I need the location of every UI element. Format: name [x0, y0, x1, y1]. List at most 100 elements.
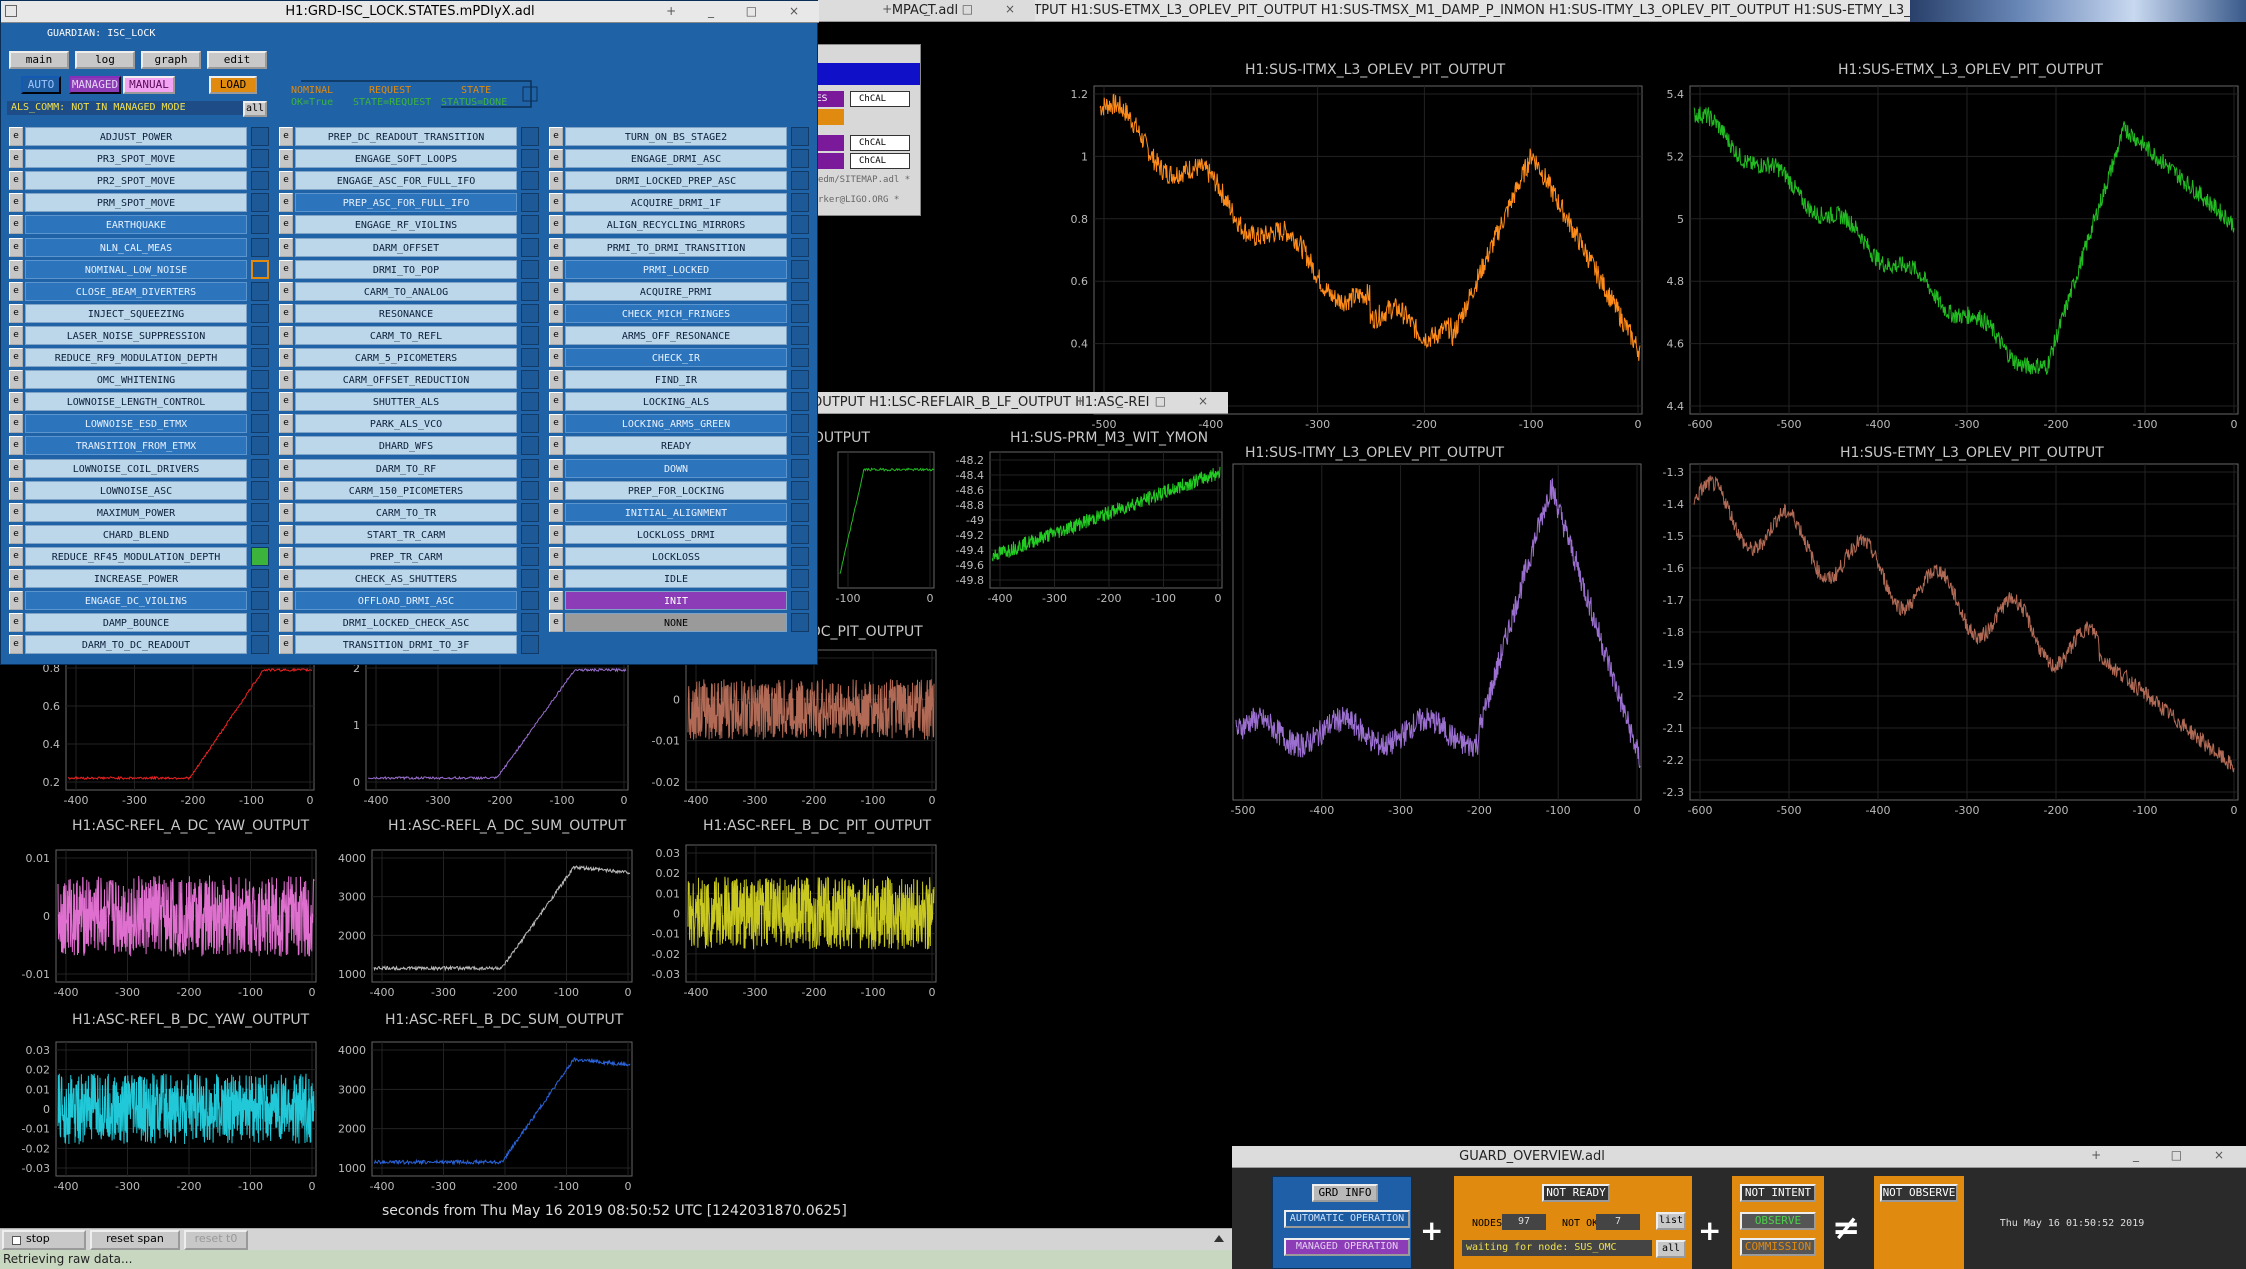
state-edit-button[interactable]: e	[279, 613, 293, 633]
state-request-button[interactable]: OFFLOAD_DRMI_ASC	[295, 591, 517, 611]
state-edit-button[interactable]: e	[279, 237, 293, 257]
observe-button[interactable]: OBSERVE	[1740, 1212, 1816, 1230]
state-edit-button[interactable]: e	[549, 414, 563, 434]
state-request-button[interactable]: CARM_5_PICOMETERS	[295, 348, 517, 367]
state-request-button[interactable]: CARM_TO_TR	[295, 502, 517, 522]
state-edit-button[interactable]: e	[279, 591, 293, 611]
state-edit-button[interactable]: e	[549, 370, 563, 390]
stop-button[interactable]: stop	[2, 1230, 86, 1250]
state-edit-button[interactable]: e	[279, 127, 293, 146]
state-request-button[interactable]: ENGAGE_DC_VIOLINS	[25, 591, 247, 611]
state-edit-button[interactable]: e	[279, 635, 293, 655]
state-edit-button[interactable]: e	[279, 281, 293, 301]
state-edit-button[interactable]: e	[279, 502, 293, 522]
state-request-button[interactable]: PR2_SPOT_MOVE	[25, 171, 247, 191]
state-edit-button[interactable]: e	[279, 569, 293, 588]
state-request-button[interactable]: SHUTTER_ALS	[295, 392, 517, 412]
state-edit-button[interactable]: e	[9, 215, 23, 235]
state-edit-button[interactable]: e	[9, 193, 23, 213]
impact-window-titlebar[interactable]: MPACT.adl + _ □ ×	[815, 0, 1035, 22]
state-request-button[interactable]: ENGAGE_DRMI_ASC	[565, 149, 787, 169]
state-request-button[interactable]: DARM_TO_DC_READOUT	[25, 635, 247, 655]
state-request-button[interactable]: CARM_TO_ANALOG	[295, 281, 517, 301]
state-request-button[interactable]: LOCKING_ALS	[565, 392, 787, 412]
mode-managed-button[interactable]: MANAGED	[69, 76, 121, 94]
state-request-button[interactable]: ALIGN_RECYCLING_MIRRORS	[565, 215, 787, 235]
nav-main-button[interactable]: main	[9, 51, 69, 69]
state-edit-button[interactable]: e	[549, 127, 563, 146]
state-edit-button[interactable]: e	[549, 149, 563, 169]
state-edit-button[interactable]: e	[9, 524, 23, 544]
state-request-button[interactable]: CARM_OFFSET_REDUCTION	[295, 370, 517, 390]
state-request-button[interactable]: ENGAGE_ASC_FOR_FULL_IFO	[295, 171, 517, 191]
reset-span-button[interactable]: reset span	[90, 1230, 180, 1250]
state-edit-button[interactable]: e	[9, 237, 23, 257]
state-edit-button[interactable]: e	[549, 237, 563, 257]
state-request-button[interactable]: PRMI_TO_DRMI_TRANSITION	[565, 237, 787, 257]
state-request-button[interactable]: REDUCE_RF9_MODULATION_DEPTH	[25, 348, 247, 367]
state-request-button[interactable]: DARM_TO_RF	[295, 458, 517, 478]
state-request-button[interactable]: START_TR_CARM	[295, 524, 517, 544]
state-edit-button[interactable]: e	[9, 392, 23, 412]
state-request-button[interactable]: ACQUIRE_PRMI	[565, 281, 787, 301]
state-edit-button[interactable]: e	[279, 370, 293, 390]
window-controls[interactable]: + _ □ ×	[882, 2, 1029, 16]
state-edit-button[interactable]: e	[549, 215, 563, 235]
state-edit-button[interactable]: e	[549, 325, 563, 345]
state-edit-button[interactable]: e	[9, 569, 23, 588]
state-edit-button[interactable]: e	[279, 325, 293, 345]
guardian-window-titlebar[interactable]: H1:GRD-ISC_LOCK.STATES.mPDIyX.adl + _ □ …	[1, 1, 819, 23]
state-edit-button[interactable]: e	[279, 546, 293, 566]
state-edit-button[interactable]: e	[549, 259, 563, 279]
state-request-button[interactable]: INJECT_SQUEEZING	[25, 303, 247, 323]
state-request-button[interactable]: EARTHQUAKE	[25, 215, 247, 235]
state-request-button[interactable]: LOCKLOSS_DRMI	[565, 524, 787, 544]
scroll-arrow-icon[interactable]	[1214, 1235, 1224, 1242]
state-edit-button[interactable]: e	[279, 193, 293, 213]
state-edit-button[interactable]: e	[9, 635, 23, 655]
state-request-button[interactable]: TRANSITION_DRMI_TO_3F	[295, 635, 517, 655]
state-request-button[interactable]: INCREASE_POWER	[25, 569, 247, 588]
state-edit-button[interactable]: e	[279, 480, 293, 500]
state-request-button[interactable]: NLN_CAL_MEAS	[25, 237, 247, 257]
window-controls[interactable]: + _ □ ×	[1075, 394, 1222, 408]
grd-info-button[interactable]: GRD INFO	[1312, 1184, 1378, 1202]
state-edit-button[interactable]: e	[549, 480, 563, 500]
state-request-button[interactable]: LASER_NOISE_SUPPRESSION	[25, 325, 247, 345]
state-edit-button[interactable]: e	[549, 281, 563, 301]
state-edit-button[interactable]: e	[9, 480, 23, 500]
state-edit-button[interactable]: e	[549, 436, 563, 456]
reflair-window-titlebar[interactable]: OUTPUT H1:LSC-REFLAIR_B_LF_OUTPUT H1:ASC…	[812, 392, 1228, 414]
state-request-button[interactable]: DOWN	[565, 458, 787, 478]
state-request-button[interactable]: PR3_SPOT_MOVE	[25, 149, 247, 169]
overview-titlebar[interactable]: GUARD_OVERVIEW.adl + _ □ ×	[1232, 1146, 2246, 1168]
popup-chcal-button-2[interactable]: ChCAL	[850, 135, 910, 151]
state-edit-button[interactable]: e	[279, 259, 293, 279]
state-request-button[interactable]: NONE	[565, 613, 787, 633]
state-request-button[interactable]: DHARD_WFS	[295, 436, 517, 456]
stop-checkbox[interactable]	[12, 1236, 21, 1245]
state-request-button[interactable]: ADJUST_POWER	[25, 127, 247, 146]
state-request-button[interactable]: TRANSITION_FROM_ETMX	[25, 436, 247, 456]
state-edit-button[interactable]: e	[549, 591, 563, 611]
state-request-button[interactable]: CARM_TO_REFL	[295, 325, 517, 345]
state-edit-button[interactable]: e	[549, 569, 563, 588]
state-edit-button[interactable]: e	[9, 591, 23, 611]
state-edit-button[interactable]: e	[279, 414, 293, 434]
state-request-button[interactable]: TURN_ON_BS_STAGE2	[565, 127, 787, 146]
automatic-operation-button[interactable]: AUTOMATIC OPERATION	[1284, 1210, 1410, 1228]
nav-edit-button[interactable]: edit	[207, 51, 267, 69]
state-edit-button[interactable]: e	[9, 502, 23, 522]
commission-button[interactable]: COMMISSION	[1740, 1238, 1816, 1256]
state-edit-button[interactable]: e	[9, 149, 23, 169]
load-button[interactable]: LOAD	[209, 76, 257, 94]
state-request-button[interactable]: CHARD_BLEND	[25, 524, 247, 544]
state-edit-button[interactable]: e	[279, 171, 293, 191]
state-request-button[interactable]: PRMI_LOCKED	[565, 259, 787, 279]
window-controls[interactable]: + _ □ ×	[2091, 1148, 2238, 1162]
state-request-button[interactable]: DARM_OFFSET	[295, 237, 517, 257]
state-request-button[interactable]: LOCKLOSS	[565, 546, 787, 566]
state-request-button[interactable]: OMC_WHITENING	[25, 370, 247, 390]
state-edit-button[interactable]: e	[9, 436, 23, 456]
state-request-button[interactable]: DRMI_LOCKED_CHECK_ASC	[295, 613, 517, 633]
